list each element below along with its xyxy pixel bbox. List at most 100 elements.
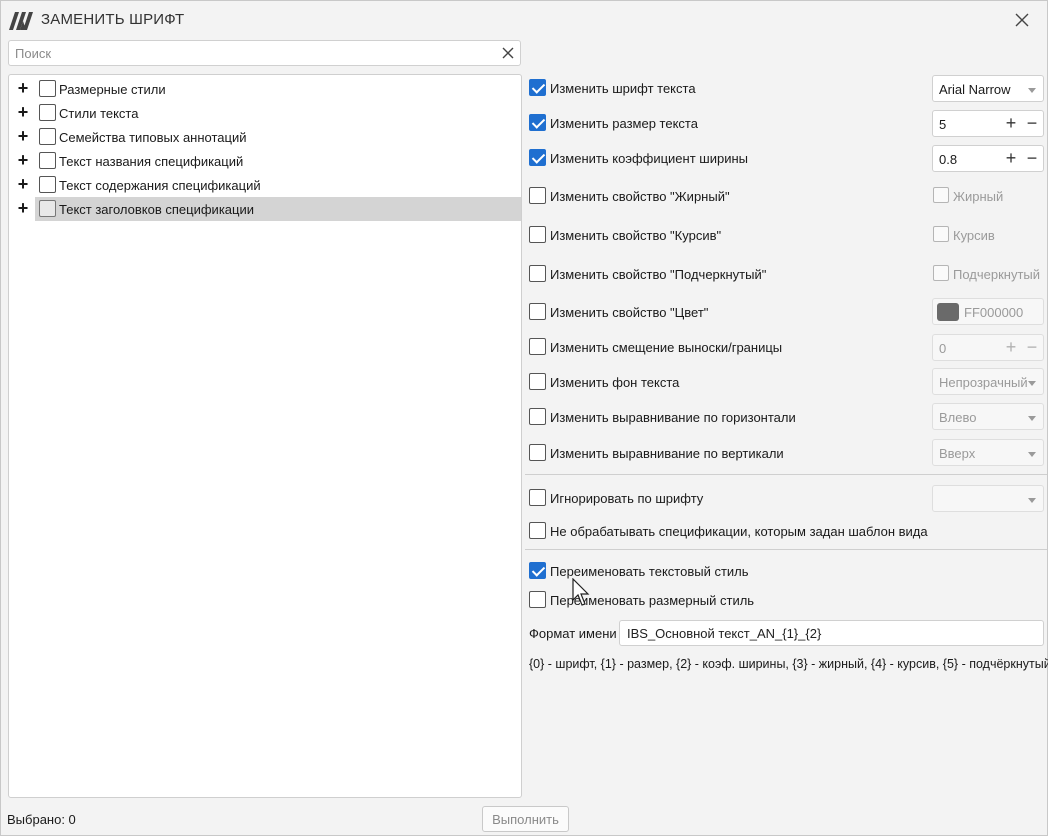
run-button[interactable]: Выполнить [482,806,569,832]
change-valign-checkbox[interactable] [529,444,546,461]
change-halign-checkbox[interactable] [529,408,546,425]
background-select[interactable]: Непрозрачный [932,368,1044,395]
offset-decrement-button[interactable]: − [1023,337,1041,357]
halign-select[interactable]: Влево [932,403,1044,430]
expand-plus-icon[interactable]: + [16,103,30,121]
change-bold-checkbox[interactable] [529,187,546,204]
format-hint: {0} - шрифт, {1} - размер, {2} - коэф. ш… [529,657,1048,671]
change-underline-checkbox[interactable] [529,265,546,282]
background-select-value: Непрозрачный [939,375,1028,390]
color-swatch [937,303,959,321]
change-size-option[interactable]: Изменить размер текста [529,113,909,135]
size-increment-button[interactable]: + [1002,113,1020,133]
expand-plus-icon[interactable]: + [16,127,30,145]
change-color-checkbox[interactable] [529,303,546,320]
tree-item-checkbox[interactable] [39,128,56,145]
search-input[interactable] [9,41,499,65]
bold-toggle-label: Жирный [953,189,1004,204]
rename-dim-style-checkbox[interactable] [529,591,546,608]
width-decrement-button[interactable]: − [1023,148,1041,168]
change-color-option[interactable]: Изменить свойство "Цвет" [529,302,909,324]
name-format-input[interactable] [620,621,1043,645]
tree-item-label: Семейства типовых аннотаций [59,130,247,145]
offset-increment-button[interactable]: + [1002,337,1020,357]
chevron-down-icon [1028,381,1036,386]
ignore-font-select[interactable] [932,485,1044,512]
expand-plus-icon[interactable]: + [16,175,30,193]
tree-item-spec-content-text[interactable]: + Текст содержания спецификаций [9,173,521,197]
tree-item-checkbox[interactable] [39,200,56,217]
close-button[interactable] [1011,9,1033,31]
rename-text-style-checkbox[interactable] [529,562,546,579]
rename-text-style-option[interactable]: Переименовать текстовый стиль [529,561,909,583]
change-italic-checkbox[interactable] [529,226,546,243]
change-offset-option[interactable]: Изменить смещение выноски/границы [529,337,909,359]
color-picker[interactable]: FF000000 [932,298,1044,325]
change-bold-option[interactable]: Изменить свойство "Жирный" [529,186,909,208]
halign-select-value: Влево [939,410,977,425]
change-underline-option[interactable]: Изменить свойство "Подчеркнутый" [529,264,909,286]
change-valign-option[interactable]: Изменить выравнивание по вертикали [529,443,909,465]
tree-item-annotation-families[interactable]: + Семейства типовых аннотаций [9,125,521,149]
offset-stepper[interactable]: 0 + − [932,334,1044,361]
change-halign-label: Изменить выравнивание по горизонтали [550,410,796,425]
tree-item-spec-header-text[interactable]: + Текст заголовков спецификации [9,197,521,221]
expand-plus-icon[interactable]: + [16,199,30,217]
change-font-checkbox[interactable] [529,79,546,96]
dialog-window: ЗАМЕНИТЬ ШРИФТ + Размерные стили + Стили… [0,0,1048,836]
width-stepper[interactable]: 0.8 + − [932,145,1044,172]
change-width-option[interactable]: Изменить коэффициент ширины [529,148,909,170]
change-italic-option[interactable]: Изменить свойство "Курсив" [529,225,909,247]
offset-stepper-value: 0 [939,341,947,356]
valign-select[interactable]: Вверх [932,439,1044,466]
change-width-label: Изменить коэффициент ширины [550,151,748,166]
name-format-field[interactable] [619,620,1044,646]
width-increment-button[interactable]: + [1002,148,1020,168]
search-box [8,40,521,66]
skip-specs-checkbox[interactable] [529,522,546,539]
bold-toggle-checkbox[interactable] [933,187,949,203]
ignore-font-label: Игнорировать по шрифту [550,491,704,506]
app-logo-icon [9,12,33,30]
chevron-down-icon [1028,498,1036,503]
change-background-option[interactable]: Изменить фон текста [529,372,909,394]
tree-item-checkbox[interactable] [39,176,56,193]
name-format-label: Формат имени [529,626,617,641]
clear-search-icon [502,47,514,59]
change-background-checkbox[interactable] [529,373,546,390]
change-bold-label: Изменить свойство "Жирный" [550,189,730,204]
underline-toggle-checkbox[interactable] [933,265,949,281]
font-select-value: Arial Narrow [939,82,1011,97]
change-size-label: Изменить размер текста [550,116,698,131]
ignore-font-option[interactable]: Игнорировать по шрифту [529,488,909,510]
tree-item-checkbox[interactable] [39,80,56,97]
font-select[interactable]: Arial Narrow [932,75,1044,102]
window-title: ЗАМЕНИТЬ ШРИФТ [41,11,185,28]
italic-toggle-label: Курсив [953,228,995,243]
expand-plus-icon[interactable]: + [16,151,30,169]
tree-item-checkbox[interactable] [39,152,56,169]
change-halign-option[interactable]: Изменить выравнивание по горизонтали [529,407,909,429]
size-stepper[interactable]: 5 + − [932,110,1044,137]
rename-text-style-label: Переименовать текстовый стиль [550,564,749,579]
change-offset-checkbox[interactable] [529,338,546,355]
change-font-option[interactable]: Изменить шрифт текста [529,78,909,100]
ignore-font-checkbox[interactable] [529,489,546,506]
color-picker-value: FF000000 [964,305,1024,320]
skip-specs-option[interactable]: Не обрабатывать спецификации, которым за… [529,521,928,543]
italic-toggle-checkbox[interactable] [933,226,949,242]
tree-item-text-styles[interactable]: + Стили текста [9,101,521,125]
size-decrement-button[interactable]: − [1023,113,1041,133]
clear-search-button[interactable] [500,45,516,61]
category-tree: + Размерные стили + Стили текста + Семей… [8,74,522,798]
tree-item-label: Текст заголовков спецификации [59,202,254,217]
tree-item-dimension-styles[interactable]: + Размерные стили [9,77,521,101]
change-size-checkbox[interactable] [529,114,546,131]
tree-item-spec-title-text[interactable]: + Текст названия спецификаций [9,149,521,173]
section-divider [525,549,1047,550]
expand-plus-icon[interactable]: + [16,79,30,97]
rename-dim-style-option[interactable]: Переименовать размерный стиль [529,590,909,612]
tree-item-label: Текст содержания спецификаций [59,178,261,193]
change-width-checkbox[interactable] [529,149,546,166]
tree-item-checkbox[interactable] [39,104,56,121]
